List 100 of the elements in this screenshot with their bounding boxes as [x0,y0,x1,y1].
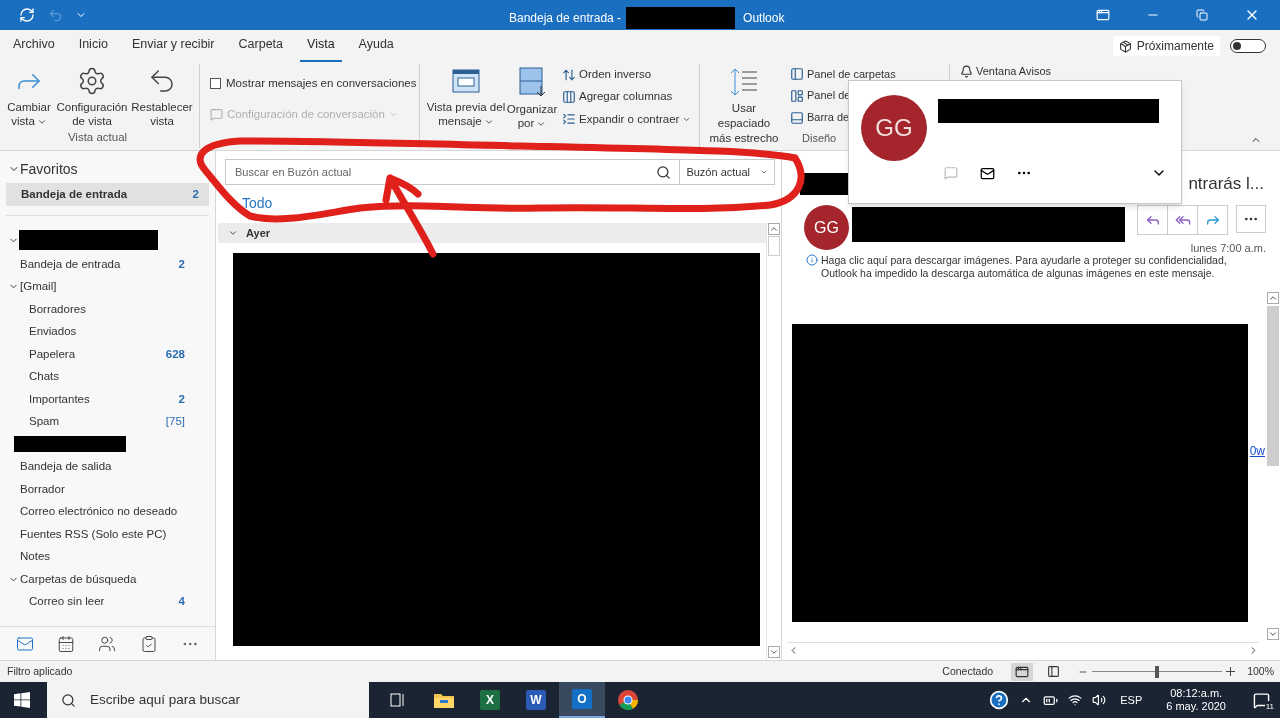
coming-soon-button[interactable]: Próximamente [1112,36,1220,56]
folder-item[interactable]: [Gmail] [0,275,215,298]
taskbar-app[interactable]: X [467,682,513,718]
caret-icon [760,168,768,176]
document-app-icon: W [526,690,546,710]
bell-icon [960,64,973,78]
search-input[interactable]: Buscar en Buzón actual [226,163,657,181]
ribbon-small-button[interactable]: Ventana Avisos [960,62,1052,80]
ribbon-button[interactable]: Organizar por [506,64,558,148]
checkbox[interactable] [210,78,221,90]
browser-icon [617,689,639,711]
ribbon-small-button[interactable]: Orden inverso [562,66,692,84]
ribbon-small-button[interactable]: Agregar columnas [562,88,692,106]
normal-view-icon[interactable] [1011,662,1034,681]
unread-count: [75] [165,414,185,430]
language-indicator[interactable]: ESP [1120,691,1143,709]
toggle-switch[interactable] [1230,39,1266,53]
scroll-up-icon[interactable] [1266,291,1279,304]
folder-item[interactable]: Borrador [0,478,215,501]
folder-name: Spam [29,414,60,430]
restore-icon[interactable] [1196,9,1208,21]
start-icon[interactable] [14,692,30,708]
folder-name: Enviados [29,324,77,340]
folder-name: Importantes [29,391,90,407]
zoom-in-icon[interactable] [1226,667,1236,676]
reading-view-icon[interactable] [1047,665,1061,678]
folder-item[interactable]: Correo electrónico no deseado [0,500,215,523]
unread-count: 4 [178,594,185,610]
folder-item[interactable]: Chats [0,365,215,388]
taskbar-search[interactable]: Escribe aquí para buscar [47,682,369,718]
ribbon-tab[interactable]: Inicio [71,35,115,62]
scroll-thumb[interactable] [768,236,780,256]
volume-icon[interactable] [1092,693,1107,707]
filter-tab[interactable]: Todo [242,192,273,214]
taskbar-app[interactable]: O [559,682,605,718]
ribbon-small-button[interactable]: Expandir o contraer [562,110,692,128]
scroll-down-icon[interactable] [1266,628,1279,640]
clock[interactable]: 08:12:a.m. 6 may. 2020 [1166,687,1226,713]
ribbon-tab[interactable]: Enviar y recibir [124,35,222,62]
taskbar-app[interactable]: W [513,682,559,718]
pane-icon [790,110,804,125]
sync-icon[interactable] [19,7,35,23]
scope-dropdown[interactable]: Buzón actual [679,160,774,184]
message-time: lunes 7:00 a.m. [1190,241,1266,256]
folder-item[interactable]: Enviados [0,320,215,343]
line-spacing-icon [729,67,759,97]
folder-item[interactable]: Bandeja de entrada 2 [0,253,215,276]
folder-name: [Gmail] [20,279,57,295]
taskbar-search-input[interactable]: Escribe aquí para buscar [90,689,369,711]
unread-count: 2 [178,391,185,407]
folder-item[interactable]: Notes [0,545,215,568]
ribbon-tab[interactable]: Carpeta [231,35,291,62]
folder-item[interactable]: Importantes 2 [0,388,215,411]
group-label: Vista actual [67,129,128,145]
calendar-icon[interactable] [57,634,76,653]
search-field[interactable]: Buscar en Buzón actual Buzón actual [225,159,775,185]
ribbon-tab[interactable]: Ayuda [351,35,401,62]
download-notice[interactable]: Haga clic aquí para descargar imágenes. Para ayudarle a proteger su confidencialidad, Outlook ha impedido la descarga automática de algunas imágenes en este mensaje. [821,253,1260,280]
pane-icon [790,88,804,103]
help-icon[interactable] [989,690,1010,710]
folder-item[interactable]: Correo sin leer 4 [0,590,215,613]
link[interactable]: 0w [1249,441,1265,460]
ribbon-button[interactable]: Restablecer vista [130,64,194,128]
ribbon-small-button[interactable]: Barra de [790,107,850,128]
search-icon[interactable] [656,164,672,180]
mail-icon[interactable] [980,165,995,181]
scroll-up-icon[interactable] [768,223,780,235]
ribbon-display-icon[interactable] [1096,8,1110,22]
folder-item[interactable]: Bandeja de entrada 2 [6,183,209,206]
ribbon-button[interactable]: Configuración de vista [54,64,130,128]
scroll-down-icon[interactable] [768,646,780,658]
folder-item[interactable]: Carpetas de búsqueda [0,568,215,591]
ribbon-button[interactable]: Usar espaciado más estrecho [708,64,780,148]
folder-item[interactable]: Spam [75] [0,410,215,433]
pane-icon [790,66,804,81]
unread-count: 2 [178,256,185,272]
people-icon[interactable] [98,634,117,653]
group-label: Diseño [802,130,837,146]
expand-collapse-icon [562,112,576,127]
arrange-icon [517,66,547,98]
notification-button[interactable]: 11 [1250,689,1272,711]
scroll-thumb[interactable] [1266,305,1279,466]
folder-item[interactable]: Fuentes RSS (Solo este PC) [0,523,215,546]
ribbon-small-button[interactable]: Panel de carpetas [790,64,896,84]
folder-item[interactable]: Borradores [0,298,215,321]
conversation-icon [210,108,223,122]
group-header[interactable]: Ayer [218,223,766,243]
tasks-icon[interactable] [139,634,158,653]
wifi-icon[interactable] [1068,693,1083,707]
zoom-slider[interactable] [1092,665,1223,678]
ribbon-button[interactable]: Cambiar vista [4,64,54,128]
ribbon-tab[interactable]: Archivo [6,35,62,62]
folder-item[interactable]: Bandeja de salida [0,455,215,478]
folder-name: Bandeja de entrada [20,256,121,272]
ribbon-button[interactable]: Vista previa del mensaje [426,64,506,148]
app-name: Outlook [743,10,785,27]
package-icon [1118,39,1132,53]
folder-item[interactable]: Papelera 628 [0,343,215,366]
folder-name: Bandeja de salida [20,459,112,475]
ribbon-tab[interactable]: Vista [300,35,342,62]
